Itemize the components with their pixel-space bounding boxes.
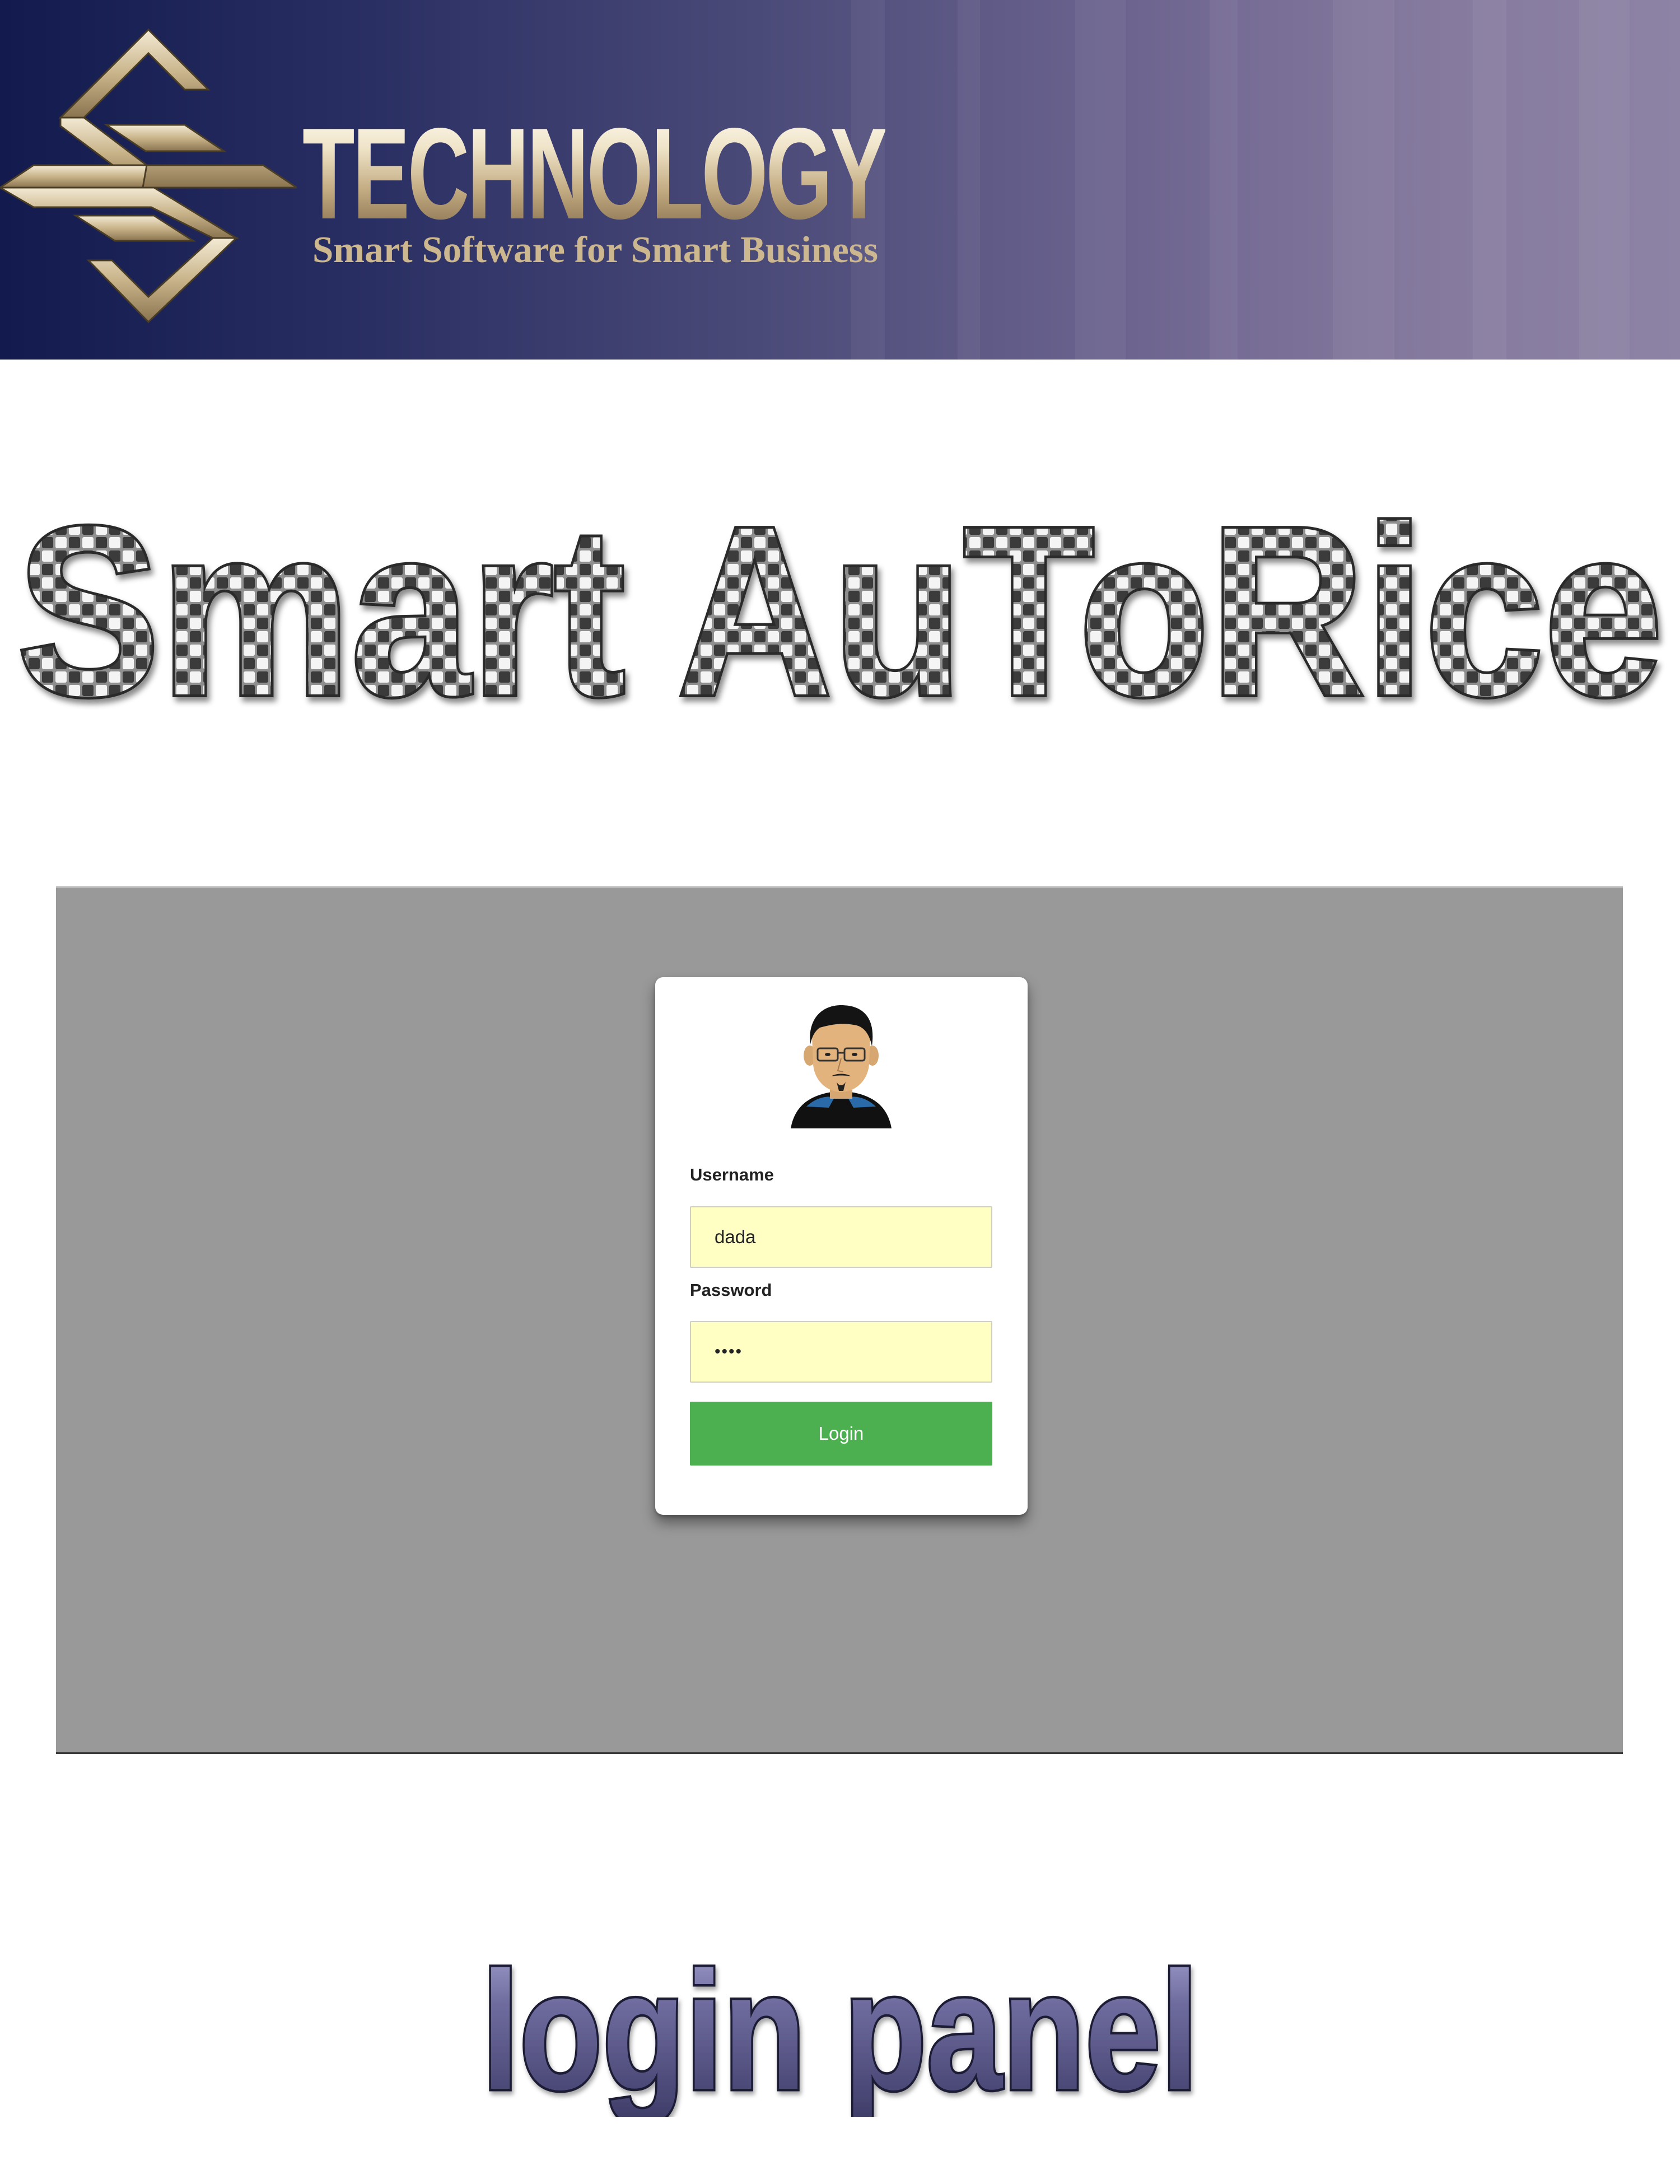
password-input[interactable] [690, 1321, 992, 1383]
brand-tagline: Smart Software for Smart Business [312, 229, 878, 270]
stylized-s-diamond-icon [0, 28, 297, 324]
caption-text: login panel [482, 1936, 1198, 2117]
login-card: Username Password Login [655, 977, 1028, 1515]
password-label: Password [690, 1280, 772, 1300]
login-button[interactable]: Login [690, 1402, 992, 1466]
username-label: Username [690, 1165, 774, 1184]
username-input[interactable] [690, 1206, 992, 1268]
brand-name: TECHNOLOGY [302, 101, 888, 246]
product-title: Smart AuToRice [14, 482, 1666, 722]
user-avatar-icon [791, 1005, 892, 1128]
header-banner: TECHNOLOGY Smart Software for Smart Busi… [0, 0, 1680, 360]
caption: login panel [479, 1934, 1201, 2117]
banner-stripes [851, 0, 1630, 360]
product-title-text: Smart AuToRice [17, 482, 1663, 722]
page: TECHNOLOGY Smart Software for Smart Busi… [0, 0, 1680, 2184]
